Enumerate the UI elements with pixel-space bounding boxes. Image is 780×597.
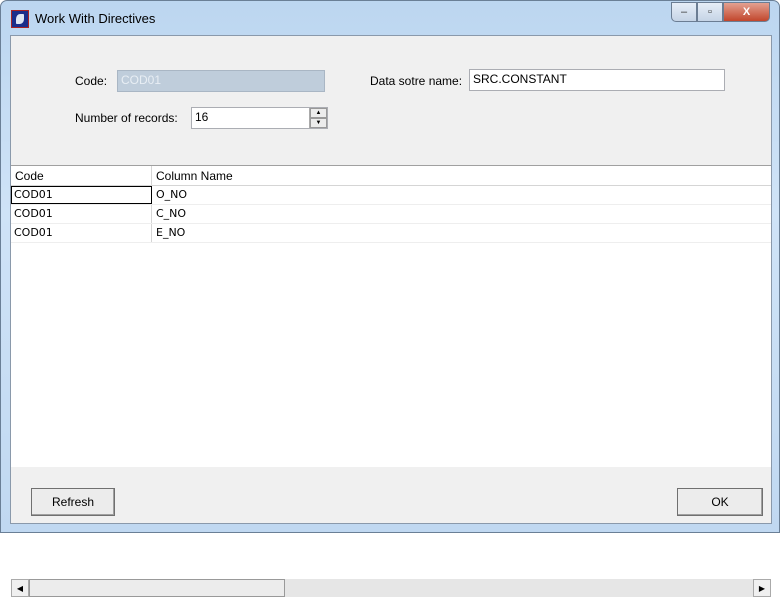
records-label: Number of records:: [75, 111, 178, 125]
spin-up-icon[interactable]: ▲: [310, 108, 327, 118]
table-row[interactable]: COD01 E_NO: [11, 224, 771, 243]
ok-button[interactable]: OK: [677, 488, 763, 516]
grid-header: Code Column Name: [11, 166, 771, 186]
horizontal-scrollbar[interactable]: ◀ ▶: [11, 579, 771, 597]
code-label: Code:: [75, 74, 108, 88]
window: Work With Directives – ▫ X Code: COD01 D…: [0, 0, 780, 597]
code-field[interactable]: COD01: [117, 70, 325, 92]
spin-down-icon[interactable]: ▼: [310, 118, 327, 128]
scroll-left-icon[interactable]: ◀: [11, 579, 29, 597]
cell-code[interactable]: COD01: [11, 186, 152, 204]
records-value: 16: [195, 110, 209, 124]
client-area: Code: COD01 Data sotre name: SRC.CONSTAN…: [10, 35, 772, 597]
data-grid: Code Column Name COD01 O_NO COD01 C_NO C…: [11, 165, 771, 597]
maximize-button[interactable]: ▫: [697, 2, 723, 22]
cell-column-name[interactable]: E_NO: [152, 224, 771, 242]
cell-code[interactable]: COD01: [11, 205, 152, 223]
column-header-column-name[interactable]: Column Name: [152, 166, 771, 185]
records-stepper[interactable]: 16 ▲ ▼: [191, 107, 328, 129]
cell-column-name[interactable]: C_NO: [152, 205, 771, 223]
app-icon: [11, 10, 29, 28]
datastore-label: Data sotre name:: [370, 74, 463, 88]
column-header-code[interactable]: Code: [11, 166, 152, 185]
close-button[interactable]: X: [723, 2, 770, 22]
refresh-button[interactable]: Refresh: [31, 488, 115, 516]
minimize-button[interactable]: –: [671, 2, 697, 22]
table-row[interactable]: COD01 C_NO: [11, 205, 771, 224]
scroll-right-icon[interactable]: ▶: [753, 579, 771, 597]
scroll-thumb[interactable]: [29, 579, 285, 597]
table-row[interactable]: COD01 O_NO: [11, 186, 771, 205]
cell-code[interactable]: COD01: [11, 224, 152, 242]
cell-column-name[interactable]: O_NO: [152, 186, 771, 204]
datastore-field[interactable]: SRC.CONSTANT: [469, 69, 725, 91]
window-title: Work With Directives: [35, 11, 156, 26]
